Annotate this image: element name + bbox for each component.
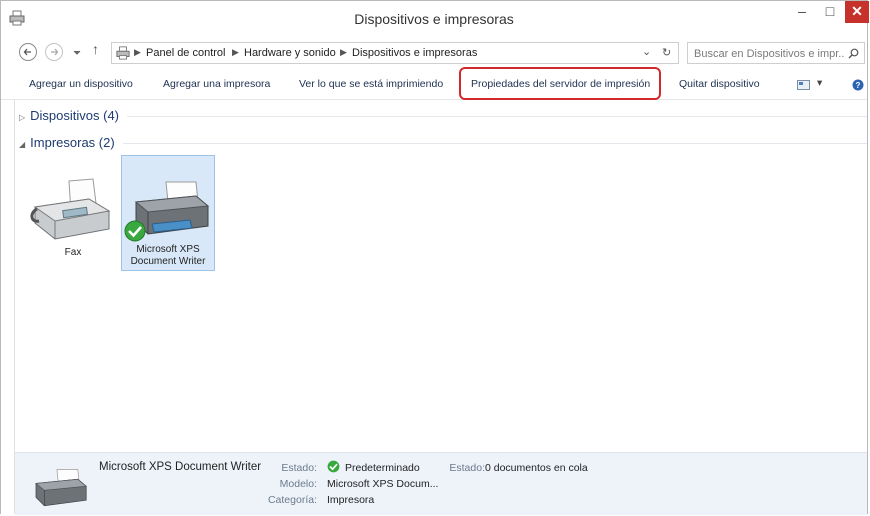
group-divider bbox=[123, 143, 867, 144]
group-printers[interactable]: ◢ Impresoras (2) bbox=[19, 135, 115, 150]
explorer-window: Dispositivos e impresoras – □ ✕ ↑ ▶ Pane… bbox=[0, 0, 869, 515]
svg-text:?: ? bbox=[856, 81, 861, 90]
details-estado-value: Predeterminado bbox=[345, 462, 420, 474]
remove-device-button[interactable]: Quitar dispositivo bbox=[679, 78, 760, 90]
add-printer-button[interactable]: Agregar una impresora bbox=[163, 78, 270, 90]
change-view-icon[interactable] bbox=[797, 80, 810, 90]
forward-arrow-icon bbox=[51, 48, 59, 56]
back-arrow-icon bbox=[23, 48, 31, 56]
minimize-button[interactable]: – bbox=[789, 1, 815, 23]
command-bar: Agregar un dispositivo Agregar una impre… bbox=[1, 69, 867, 100]
navigation-pane-edge bbox=[1, 100, 15, 514]
breadcrumb-hardware-y-sonido[interactable]: Hardware y sonido bbox=[244, 47, 336, 59]
details-estado2-value: 0 documentos en cola bbox=[485, 462, 588, 474]
details-device-name: Microsoft XPS Document Writer bbox=[99, 461, 262, 473]
details-categoria-label: Categoría: bbox=[267, 494, 317, 506]
refresh-icon[interactable]: ↻ bbox=[662, 46, 671, 59]
printer-icon bbox=[35, 469, 88, 507]
forward-button[interactable] bbox=[45, 43, 63, 61]
expand-icon[interactable]: ▷ bbox=[19, 113, 25, 122]
view-options-dropdown[interactable]: ▾ bbox=[817, 77, 822, 89]
search-box[interactable] bbox=[687, 42, 865, 64]
search-icon[interactable] bbox=[848, 48, 859, 59]
title-bar: Dispositivos e impresoras – □ ✕ bbox=[1, 1, 869, 37]
search-input[interactable] bbox=[692, 45, 846, 63]
group-devices[interactable]: ▷ Dispositivos (4) bbox=[19, 108, 119, 123]
address-bar[interactable]: ▶ Panel de control ▶ Hardware y sonido ▶… bbox=[111, 42, 679, 64]
device-fax[interactable]: Fax bbox=[23, 157, 123, 261]
details-pane: Microsoft XPS Document Writer Estado: Pr… bbox=[15, 452, 867, 515]
fax-icon bbox=[30, 178, 111, 240]
device-microsoft-xps-document-writer[interactable]: Microsoft XPS Document Writer bbox=[121, 155, 215, 271]
device-xps-label-line2: Document Writer bbox=[130, 256, 206, 267]
back-button[interactable] bbox=[19, 43, 37, 61]
window-title: Dispositivos e impresoras bbox=[354, 11, 514, 27]
details-categoria-value: Impresora bbox=[327, 494, 375, 506]
chevron-down-icon[interactable] bbox=[73, 50, 81, 56]
control-panel-icon bbox=[116, 46, 130, 60]
breadcrumb-dispositivos-e-impresoras[interactable]: Dispositivos e impresoras bbox=[352, 47, 477, 59]
see-printing-button[interactable]: Ver lo que se está imprimiendo bbox=[299, 78, 443, 90]
device-fax-label: Fax bbox=[64, 247, 82, 258]
close-button[interactable]: ✕ bbox=[845, 1, 869, 23]
up-button[interactable]: ↑ bbox=[92, 41, 99, 63]
help-icon[interactable]: ? bbox=[852, 79, 864, 91]
breadcrumb-separator-icon[interactable]: ▶ bbox=[340, 47, 347, 58]
group-devices-label: Dispositivos (4) bbox=[30, 108, 120, 123]
details-modelo-value: Microsoft XPS Docum... bbox=[327, 478, 439, 490]
group-divider bbox=[127, 116, 867, 117]
maximize-button[interactable]: □ bbox=[817, 1, 843, 23]
add-device-button[interactable]: Agregar un dispositivo bbox=[29, 78, 133, 90]
breadcrumb-panel-de-control[interactable]: Panel de control bbox=[146, 47, 226, 59]
highlight-box bbox=[459, 67, 661, 100]
collapse-icon[interactable]: ◢ bbox=[19, 140, 25, 149]
details-estado-label: Estado: bbox=[281, 462, 317, 474]
breadcrumb-separator-icon[interactable]: ▶ bbox=[134, 47, 141, 58]
address-dropdown-icon[interactable]: ⌄ bbox=[642, 45, 651, 58]
details-estado2-label: Estado: bbox=[449, 462, 485, 474]
group-printers-label: Impresoras (2) bbox=[30, 135, 115, 150]
device-xps-label-line1: Microsoft XPS bbox=[136, 244, 200, 255]
default-check-icon bbox=[124, 220, 146, 242]
breadcrumb-separator-icon[interactable]: ▶ bbox=[232, 47, 239, 58]
default-check-icon bbox=[327, 460, 340, 473]
details-modelo-label: Modelo: bbox=[279, 478, 317, 490]
